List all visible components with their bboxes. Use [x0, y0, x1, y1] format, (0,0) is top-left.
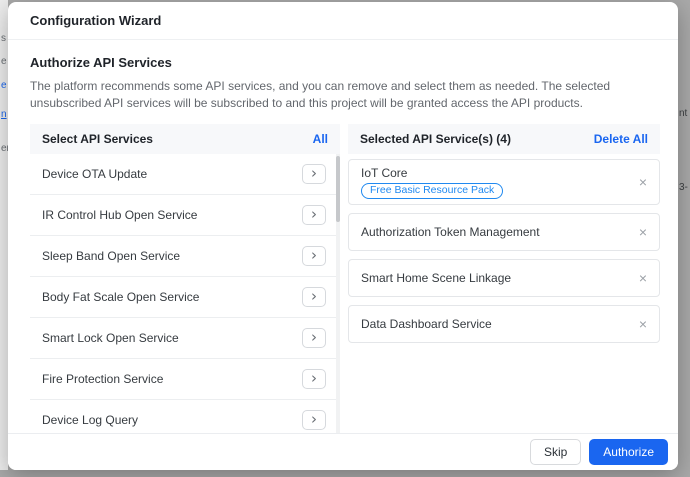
- chevron-right-icon: ›: [311, 289, 317, 304]
- left-panel-header: Select API Services All: [30, 124, 340, 154]
- selected-cards-list: IoT Core Free Basic Resource Pack × Auth…: [348, 154, 660, 351]
- close-icon: ×: [639, 224, 647, 240]
- delete-all-link[interactable]: Delete All: [594, 132, 648, 146]
- chevron-right-icon: ›: [311, 412, 317, 427]
- chevron-right-icon: ›: [311, 207, 317, 222]
- section-heading: Authorize API Services: [30, 55, 660, 70]
- backdrop-text-fragment: n: [1, 109, 7, 120]
- selected-service-card: Smart Home Scene Linkage ×: [348, 259, 660, 297]
- right-panel-header: Selected API Service(s) (4) Delete All: [348, 124, 660, 154]
- dialog-footer: Skip Authorize: [8, 433, 678, 470]
- api-service-row: IR Control Hub Open Service ›: [30, 195, 340, 236]
- chevron-right-icon: ›: [311, 248, 317, 263]
- api-service-row: Smart Lock Open Service ›: [30, 318, 340, 359]
- backdrop-text-fragment: s: [1, 33, 6, 44]
- selected-service-name: Data Dashboard Service: [361, 317, 492, 331]
- section-description: The platform recommends some API service…: [30, 78, 660, 112]
- chevron-right-icon: ›: [311, 330, 317, 345]
- selected-service-card: Data Dashboard Service ×: [348, 305, 660, 343]
- remove-service-button[interactable]: ×: [639, 225, 647, 239]
- add-service-button[interactable]: ›: [302, 328, 326, 348]
- chevron-right-icon: ›: [311, 371, 317, 386]
- api-service-name: Body Fat Scale Open Service: [42, 290, 199, 304]
- backdrop-left-strip: s e e n er: [0, 0, 8, 470]
- resource-pack-badge: Free Basic Resource Pack: [361, 183, 503, 199]
- left-panel-scrollbar: [336, 154, 340, 435]
- authorize-button[interactable]: Authorize: [589, 439, 668, 465]
- remove-service-button[interactable]: ×: [639, 271, 647, 285]
- add-service-button[interactable]: ›: [302, 287, 326, 307]
- scrollbar-thumb[interactable]: [336, 156, 340, 222]
- selected-service-name: IoT Core: [361, 166, 503, 180]
- backdrop-text-fragment: e: [1, 80, 7, 91]
- api-service-name: IR Control Hub Open Service: [42, 208, 197, 222]
- add-service-button[interactable]: ›: [302, 246, 326, 266]
- select-api-services-panel: Select API Services All Device OTA Updat…: [30, 124, 340, 435]
- selected-service-card: Authorization Token Management ×: [348, 213, 660, 251]
- add-service-button[interactable]: ›: [302, 410, 326, 430]
- close-icon: ×: [639, 174, 647, 190]
- remove-service-button[interactable]: ×: [639, 175, 647, 189]
- api-service-row: Device Log Query ›: [30, 400, 340, 435]
- dialog-body: Authorize API Services The platform reco…: [8, 40, 678, 435]
- add-service-button[interactable]: ›: [302, 205, 326, 225]
- backdrop-text-fragment: 3-: [679, 182, 688, 193]
- configuration-wizard-dialog: Configuration Wizard Authorize API Servi…: [8, 2, 678, 470]
- add-service-button[interactable]: ›: [302, 164, 326, 184]
- api-service-name: Device OTA Update: [42, 167, 147, 181]
- chevron-right-icon: ›: [311, 166, 317, 181]
- backdrop-text-fragment: er: [1, 143, 8, 154]
- api-service-row: Body Fat Scale Open Service ›: [30, 277, 340, 318]
- transfer-panels: Select API Services All Device OTA Updat…: [30, 124, 660, 435]
- right-panel-title: Selected API Service(s) (4): [360, 132, 511, 146]
- backdrop-text-fragment: nt: [679, 108, 687, 119]
- skip-button[interactable]: Skip: [530, 439, 581, 465]
- api-service-name: Smart Lock Open Service: [42, 331, 179, 345]
- api-service-row: Device OTA Update ›: [30, 154, 340, 195]
- api-service-row: Fire Protection Service ›: [30, 359, 340, 400]
- select-all-link[interactable]: All: [313, 132, 328, 146]
- left-panel-title: Select API Services: [42, 132, 153, 146]
- close-icon: ×: [639, 316, 647, 332]
- add-service-button[interactable]: ›: [302, 369, 326, 389]
- remove-service-button[interactable]: ×: [639, 317, 647, 331]
- close-icon: ×: [639, 270, 647, 286]
- selected-service-card: IoT Core Free Basic Resource Pack ×: [348, 159, 660, 205]
- api-service-name: Sleep Band Open Service: [42, 249, 180, 263]
- api-service-name: Fire Protection Service: [42, 372, 163, 386]
- selected-service-name: Authorization Token Management: [361, 225, 540, 239]
- api-service-row: Sleep Band Open Service ›: [30, 236, 340, 277]
- selected-service-name: Smart Home Scene Linkage: [361, 271, 511, 285]
- api-service-name: Device Log Query: [42, 413, 138, 427]
- dialog-title: Configuration Wizard: [8, 2, 678, 40]
- backdrop-text-fragment: e: [1, 56, 7, 67]
- selected-api-services-panel: Selected API Service(s) (4) Delete All I…: [348, 124, 660, 435]
